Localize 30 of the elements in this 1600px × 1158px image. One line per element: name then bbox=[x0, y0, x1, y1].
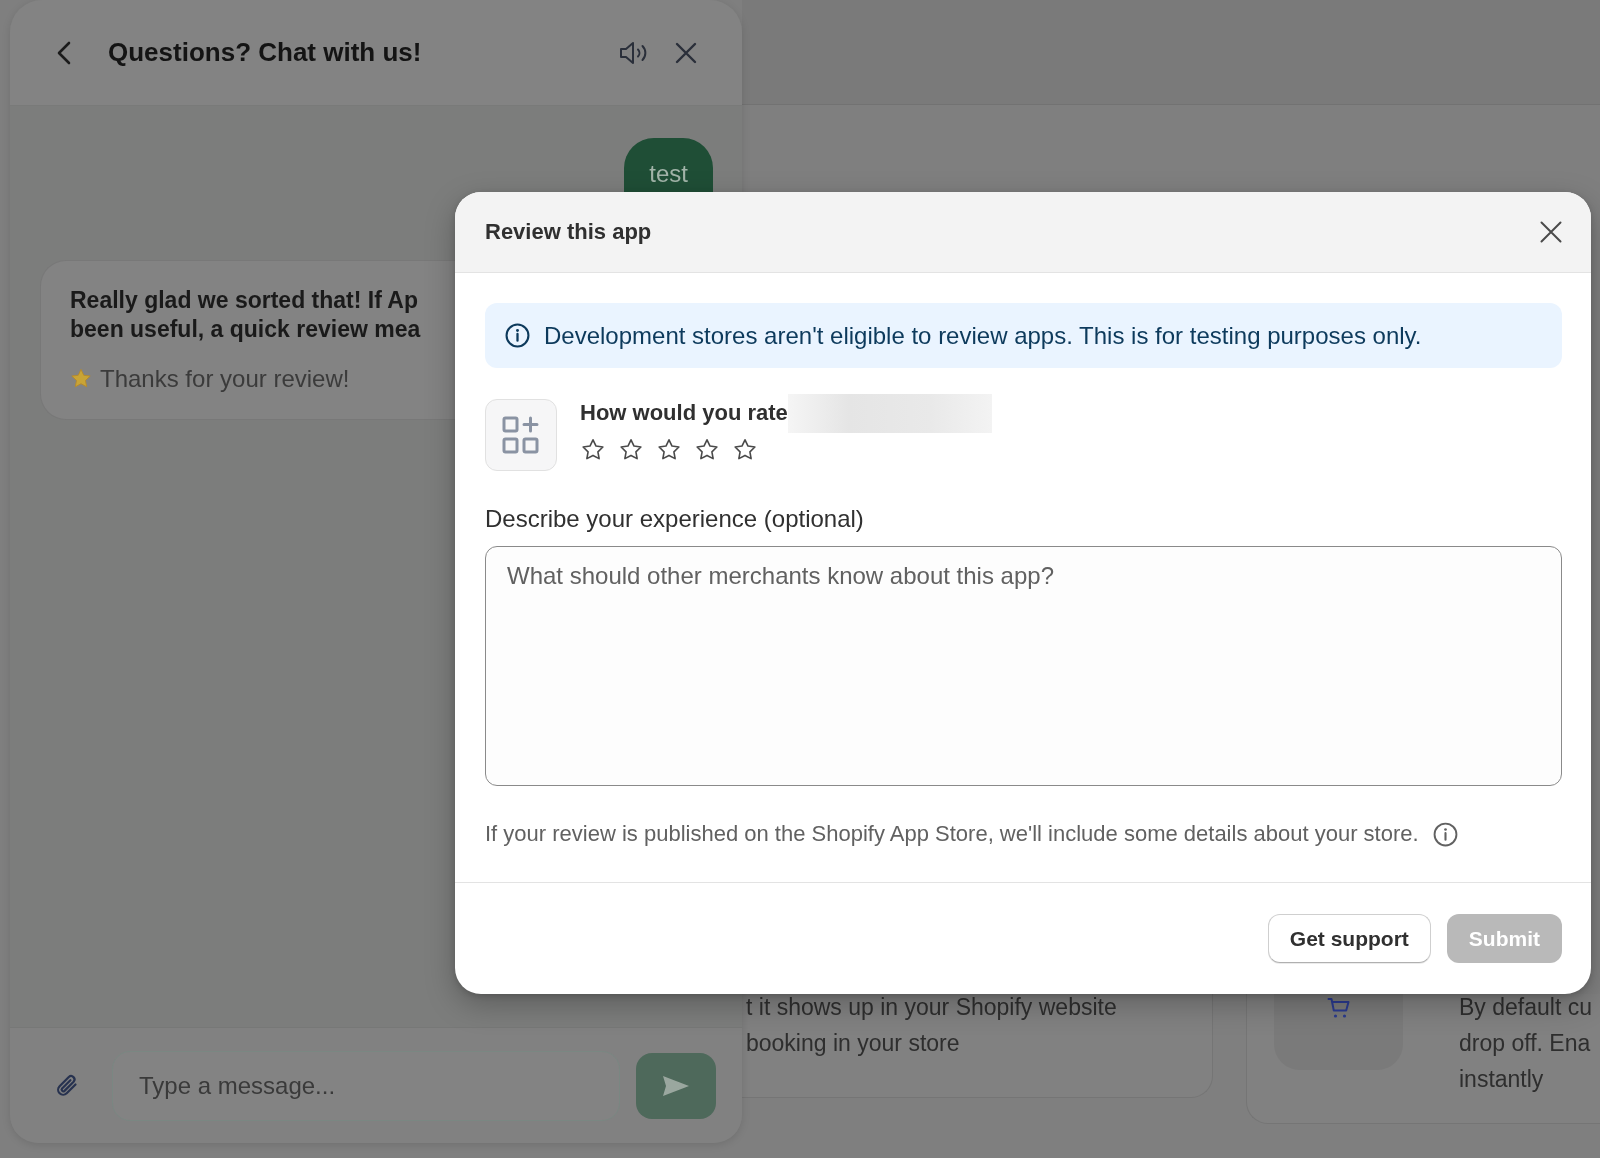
message-text: Really glad we sorted that! If Ap been useful, a quick review mea bbox=[70, 286, 421, 344]
close-icon bbox=[675, 41, 697, 64]
grid-plus-icon bbox=[501, 415, 541, 455]
support-button[interactable]: Get support bbox=[1267, 914, 1431, 963]
chevron-left-icon bbox=[57, 40, 71, 65]
sound-button[interactable] bbox=[619, 40, 649, 65]
experience-field[interactable]: What should other merchants know about this app? bbox=[485, 546, 1562, 786]
star-icon bbox=[70, 368, 92, 390]
disclaimer-text: If your review is published on the Shopify App Store, we'll include some details about your store. bbox=[485, 820, 1419, 848]
attach-button[interactable] bbox=[54, 1072, 80, 1099]
speaker-icon bbox=[619, 40, 649, 65]
banner-text: Development stores aren't eligible to review apps. This is for testing purposes only. bbox=[544, 321, 1422, 350]
field-label: Describe your experience (optional) bbox=[485, 505, 864, 533]
info-icon[interactable] bbox=[1432, 821, 1458, 847]
close-button[interactable] bbox=[675, 41, 697, 64]
card-text: t it shows up in your Shopify website booking in your store bbox=[746, 994, 1118, 1056]
cart-icon bbox=[1326, 996, 1351, 1020]
user-message: test bbox=[624, 138, 713, 192]
message-input[interactable]: Type a message... bbox=[112, 1050, 620, 1121]
info-icon bbox=[505, 323, 530, 348]
close-button[interactable] bbox=[1540, 221, 1562, 243]
chat-title: Questions? Chat with us! bbox=[108, 37, 423, 68]
rating-prompt: How would you rate bbox=[580, 399, 788, 427]
back-button[interactable] bbox=[57, 40, 71, 65]
dialog-title: Review this app bbox=[485, 219, 652, 245]
paperclip-icon bbox=[54, 1072, 80, 1099]
message-note: Thanks for your review! bbox=[100, 365, 350, 393]
send-icon bbox=[662, 1074, 690, 1097]
close-icon bbox=[1540, 221, 1562, 243]
card-text: By default cu drop off. Ena instantly bbox=[1459, 994, 1592, 1094]
